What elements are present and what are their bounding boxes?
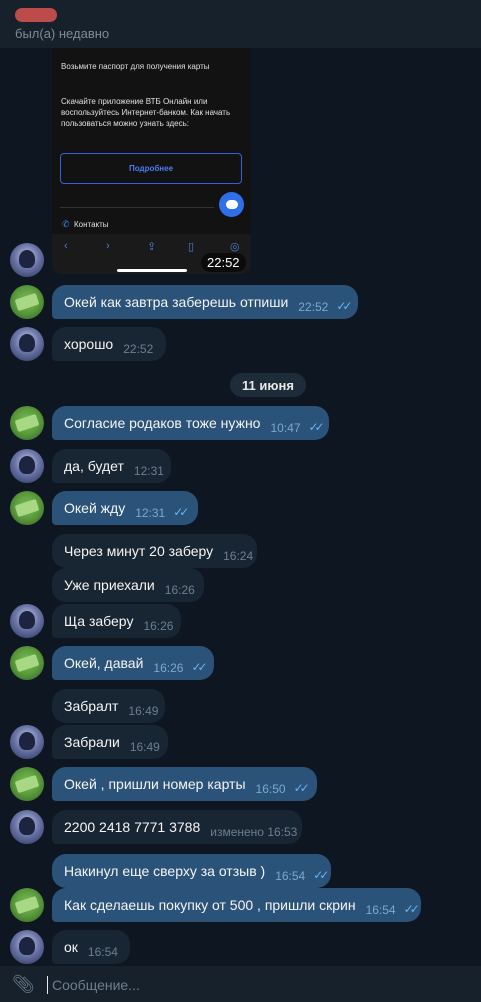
message-time: изменено 16:53 — [210, 825, 298, 839]
phone-icon: ✆ — [62, 219, 70, 229]
home-indicator — [117, 269, 187, 272]
share-icon: ⇪ — [147, 241, 157, 253]
paperclip-icon[interactable]: 📎︎ — [12, 974, 35, 995]
screenshot-text-app: Скачайте приложение ВТБ Онлайн или воспо… — [61, 97, 231, 128]
message-bubble[interactable]: да, будет 12:31 — [52, 449, 171, 483]
message-bubble[interactable]: хорошо 22:52 — [52, 327, 166, 361]
message-text: Накинул еще сверху за отзыв ) — [64, 863, 266, 879]
message-bubble[interactable]: Окей, давай 16:26 ✓✓ — [52, 646, 214, 680]
chat-header[interactable]: был(а) недавно — [0, 0, 481, 48]
message-bubble[interactable]: Накинул еще сверху за отзыв ) 16:54 ✓✓ — [52, 854, 331, 888]
avatar-self[interactable] — [10, 646, 44, 680]
message-text: Через минут 20 заберу — [64, 543, 214, 559]
message-time: 10:47 — [270, 421, 301, 435]
message-time: 16:54 — [275, 869, 306, 883]
date-separator: 11 июня — [230, 373, 306, 397]
message-time: 22:52 — [298, 300, 329, 314]
message-bubble[interactable]: ок 16:54 — [52, 930, 130, 964]
avatar-self[interactable] — [10, 406, 44, 440]
double-check-icon: ✓✓ — [191, 660, 207, 674]
message-time: 12:31 — [135, 506, 166, 520]
message-time: 16:49 — [129, 740, 160, 754]
screenshot-text-passport: Возьмите паспорт для получения карты — [61, 62, 210, 71]
message-time: 22:52 — [201, 253, 246, 272]
message-text: Забрали — [64, 734, 120, 750]
message-input[interactable] — [50, 974, 454, 996]
last-seen-status: был(а) недавно — [15, 26, 110, 41]
message-time: 16:49 — [128, 704, 159, 718]
double-check-icon: ✓✓ — [403, 902, 420, 916]
message-bubble[interactable]: 2200 2418 7771 3788 изменено 16:53 — [52, 810, 302, 844]
avatar-self[interactable] — [10, 888, 44, 922]
message-bubble[interactable]: Забралт 16:49 — [52, 689, 165, 723]
chat-bubble-icon — [219, 192, 244, 217]
message-text: Окей , пришли номер карты — [64, 776, 246, 792]
screenshot-image-message[interactable]: Возьмите паспорт для получения карты Ска… — [52, 48, 251, 274]
message-bubble[interactable]: Согласие родаков тоже нужно 10:47 ✓✓ — [52, 406, 329, 440]
avatar-self[interactable] — [10, 285, 44, 319]
screenshot-contacts-label: Контакты — [74, 220, 109, 229]
message-time: 22:52 — [123, 342, 154, 356]
avatar-contact[interactable] — [10, 810, 44, 844]
avatar-contact[interactable] — [10, 243, 44, 277]
message-time: 12:31 — [133, 464, 164, 478]
message-bubble[interactable]: Окей как завтра заберешь отпиши 22:52 ✓✓ — [52, 285, 358, 319]
message-text: Ща заберу — [64, 613, 134, 629]
avatar-contact[interactable] — [10, 725, 44, 759]
message-time: 16:54 — [87, 945, 118, 959]
text-cursor — [47, 976, 48, 994]
avatar-self[interactable] — [10, 491, 44, 525]
message-time: 16:26 — [143, 619, 174, 633]
screenshot-more-button: Подробнее — [60, 153, 242, 184]
back-arrow-icon: ‹ — [64, 240, 68, 252]
message-list[interactable]: Возьмите паспорт для получения карты Ска… — [0, 48, 481, 966]
message-text: Забралт — [64, 698, 119, 714]
message-time: 16:50 — [255, 782, 286, 796]
message-text: Окей жду — [64, 500, 126, 516]
contact-name-redacted[interactable] — [15, 8, 57, 22]
avatar-contact[interactable] — [10, 327, 44, 361]
avatar-contact[interactable] — [10, 930, 44, 964]
message-time: 16:24 — [223, 549, 254, 563]
message-text: хорошо — [64, 336, 114, 352]
message-text: Окей, давай — [64, 655, 144, 671]
screenshot-divider — [60, 207, 214, 208]
avatar-contact[interactable] — [10, 604, 44, 638]
message-text: Уже приехали — [64, 577, 155, 593]
message-text: да, будет — [64, 458, 124, 474]
message-bubble[interactable]: Забрали 16:49 — [52, 725, 168, 759]
message-bubble[interactable]: Ща заберу 16:26 — [52, 604, 181, 638]
message-text: Окей как завтра заберешь отпиши — [64, 294, 289, 310]
bookmark-icon: ▯ — [188, 241, 195, 253]
message-text: Согласие родаков тоже нужно — [64, 415, 261, 431]
message-composer: 📎︎ — [0, 966, 481, 1002]
double-check-icon: ✓✓ — [173, 505, 189, 519]
avatar-contact[interactable] — [10, 449, 44, 483]
message-text: Как сделаешь покупку от 500 , пришли скр… — [64, 897, 356, 913]
message-time: 16:26 — [164, 583, 195, 597]
double-check-icon: ✓✓ — [293, 781, 310, 795]
message-text: 2200 2418 7771 3788 — [64, 819, 201, 835]
message-bubble[interactable]: Окей , пришли номер карты 16:50 ✓✓ — [52, 767, 317, 801]
message-bubble[interactable]: Окей жду 12:31 ✓✓ — [52, 491, 198, 525]
compass-icon: ◎ — [230, 241, 240, 253]
message-text: ок — [64, 939, 78, 955]
double-check-icon: ✓✓ — [336, 299, 352, 313]
forward-arrow-icon: › — [106, 240, 110, 252]
message-time: 16:54 — [365, 903, 396, 917]
double-check-icon: ✓✓ — [308, 420, 325, 434]
message-time: 16:26 — [153, 661, 184, 675]
avatar-self[interactable] — [10, 767, 44, 801]
double-check-icon: ✓✓ — [313, 868, 329, 882]
message-bubble[interactable]: Через минут 20 заберу 16:24 — [52, 534, 257, 568]
message-bubble[interactable]: Как сделаешь покупку от 500 , пришли скр… — [52, 888, 421, 922]
message-bubble[interactable]: Уже приехали 16:26 — [52, 568, 204, 602]
